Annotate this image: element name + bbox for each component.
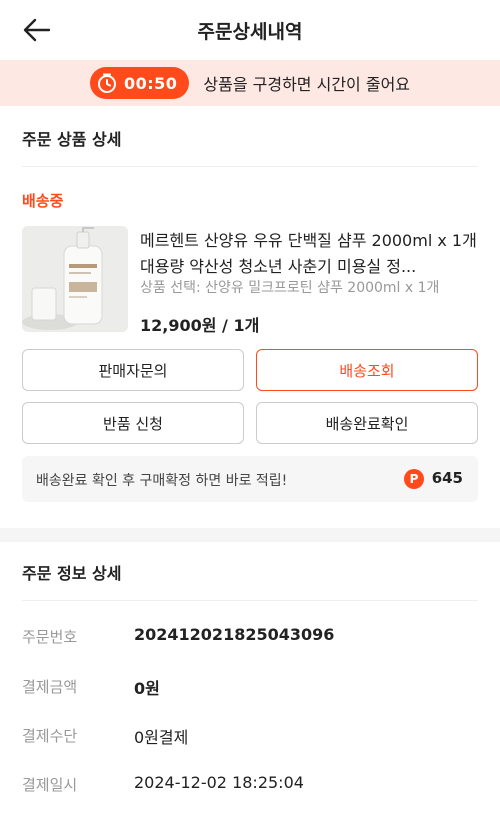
- page-title: 주문상세내역: [197, 21, 303, 43]
- payment-date-value: 2024-12-02 18:25:04: [134, 773, 304, 792]
- info-row-payment-amount: 결제금액 0원: [22, 674, 478, 698]
- section-separator: [0, 528, 500, 542]
- info-label: 결제금액: [22, 678, 78, 696]
- info-row-payment-method: 결제수단 0원결제: [22, 723, 478, 747]
- payment-method-value: 0원결제: [134, 728, 189, 747]
- points-message: 배송완료 확인 후 구매확정 하면 바로 적립!: [36, 473, 288, 489]
- product-option: 상품 선택: 산양유 밀크프로틴 샴푸 2000ml x 1개: [140, 280, 440, 296]
- delivery-status: 배송중: [22, 192, 64, 210]
- info-label: 결제일시: [22, 776, 78, 794]
- timer-message: 상품을 구경하면 시간이 줄어요: [203, 75, 411, 94]
- product-image[interactable]: [22, 226, 128, 332]
- info-label: 주문번호: [22, 628, 78, 646]
- timer-pill: 00:50: [89, 67, 190, 99]
- points-notice: 배송완료 확인 후 구매확정 하면 바로 적립! P 645: [22, 456, 478, 502]
- point-badge-icon: P: [404, 469, 424, 489]
- info-row-order-number: 주문번호 20241202182504309​6: [22, 624, 478, 648]
- timer-countdown: 00:50: [123, 73, 178, 93]
- info-label: 결제수단: [22, 727, 78, 745]
- header: 주문상세내역: [0, 0, 500, 60]
- seller-inquiry-button[interactable]: 판매자문의: [22, 349, 244, 391]
- product-name[interactable]: 메르헨트 산양유 우유 단백질 샴푸 2000ml x 1개 대용량 약산성 청…: [140, 228, 480, 280]
- order-number-value: 20241202182504309​6: [134, 625, 335, 644]
- product-price: 12,900원 / 1개: [140, 316, 260, 335]
- track-delivery-button[interactable]: 배송조회: [256, 349, 478, 391]
- return-request-button[interactable]: 반품 신청: [22, 402, 244, 444]
- payment-amount-value: 0원: [134, 679, 160, 698]
- stopwatch-icon: [96, 72, 118, 94]
- timer-banner[interactable]: 00:50 상품을 구경하면 시간이 줄어요: [0, 60, 500, 106]
- order-info-title: 주문 정보 상세: [22, 564, 122, 583]
- confirm-delivery-button[interactable]: 배송완료확인: [256, 402, 478, 444]
- points-value: 645: [431, 469, 463, 487]
- info-row-payment-date: 결제일시 2024-12-02 18:25:04: [22, 772, 478, 796]
- shampoo-bottle-image: [22, 226, 128, 332]
- divider: [22, 166, 478, 167]
- divider: [22, 600, 478, 601]
- order-products-title: 주문 상품 상세: [22, 130, 122, 149]
